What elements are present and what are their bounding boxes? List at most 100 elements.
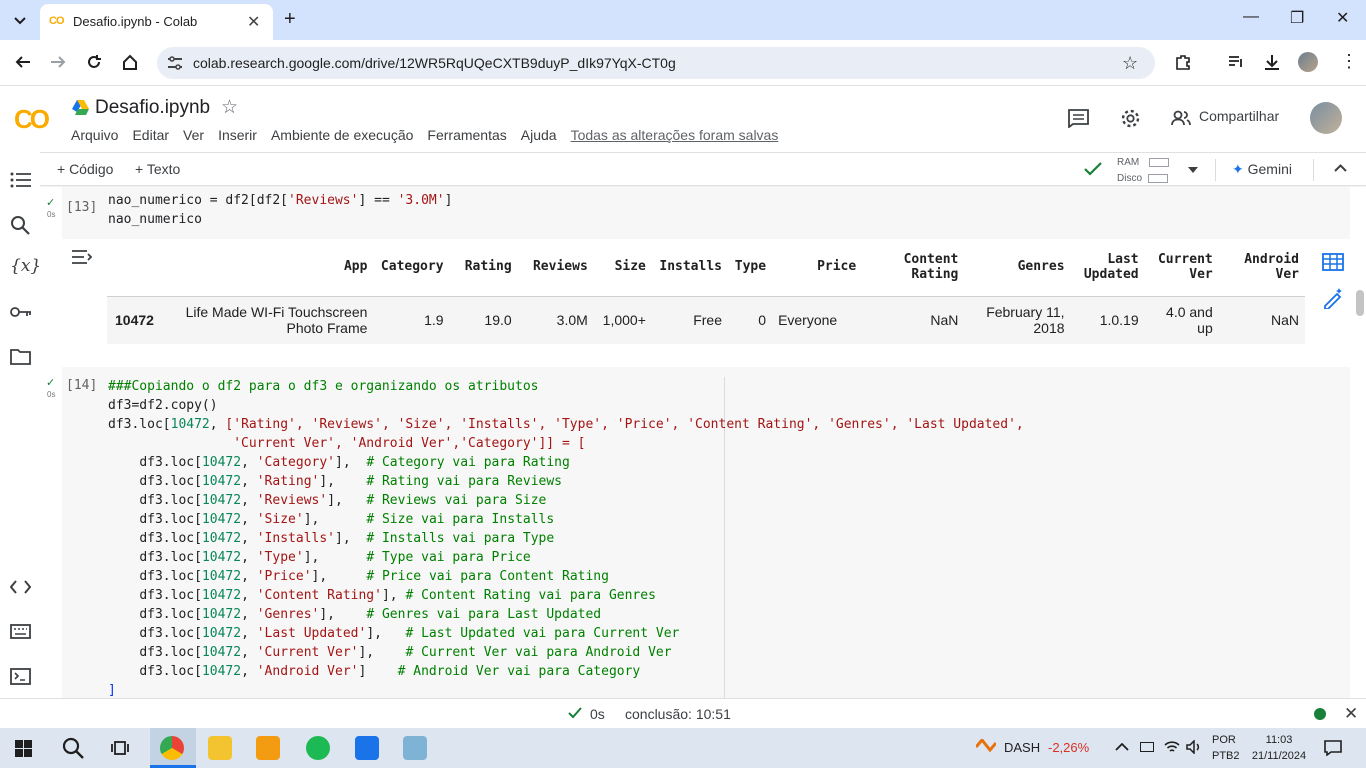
browser-toolbar: colab.research.google.com/drive/12WR5RqU… bbox=[0, 40, 1366, 86]
scrollbar-thumb[interactable] bbox=[1356, 290, 1364, 316]
saved-status[interactable]: Todas as alterações foram salvas bbox=[571, 127, 779, 143]
share-button[interactable]: Compartilhar bbox=[1199, 108, 1279, 124]
resource-monitor[interactable]: RAM Disco bbox=[1117, 155, 1170, 187]
status-close-icon[interactable]: ✕ bbox=[1344, 704, 1358, 724]
forward-icon[interactable] bbox=[49, 53, 67, 71]
col-header: Genres bbox=[964, 238, 1071, 297]
browser-menu-icon[interactable]: ⋮ bbox=[1340, 51, 1358, 72]
runtime-dropdown-icon[interactable] bbox=[1188, 167, 1198, 173]
settings-gear-icon[interactable] bbox=[1120, 108, 1141, 129]
command-palette-icon[interactable] bbox=[10, 624, 31, 639]
code-token: df3=df2.copy() bbox=[108, 398, 218, 413]
suggest-chart-icon[interactable] bbox=[1322, 287, 1344, 309]
user-avatar[interactable] bbox=[1310, 102, 1342, 134]
code-snippets-icon[interactable] bbox=[10, 580, 31, 594]
code-token: # Content Rating vai para Genres bbox=[405, 588, 656, 603]
convert-to-table-icon[interactable] bbox=[1322, 253, 1344, 271]
download-icon[interactable] bbox=[1263, 53, 1281, 71]
language-code: POR bbox=[1212, 734, 1236, 746]
cell-13-exec-count[interactable]: [13] bbox=[66, 200, 97, 215]
bookmark-star-icon[interactable]: ☆ bbox=[1122, 53, 1138, 74]
code-token: 10472 bbox=[201, 569, 242, 584]
col-header: App bbox=[177, 238, 374, 297]
minimize-icon[interactable]: — bbox=[1243, 8, 1259, 26]
cell-13-code[interactable]: nao_numerico = df2[df2['Reviews'] == '3.… bbox=[108, 191, 452, 229]
gemini-button[interactable]: ✦ Gemini bbox=[1232, 161, 1292, 178]
code-token: , bbox=[241, 512, 257, 527]
site-info-icon[interactable] bbox=[167, 56, 183, 70]
menu-inserir[interactable]: Inserir bbox=[218, 127, 257, 143]
notifications-icon[interactable] bbox=[1324, 740, 1342, 756]
assignment-line: df3.loc[10472, 'Last Updated'], # Last U… bbox=[108, 626, 679, 641]
notebook-title[interactable]: Desafio.ipynb bbox=[95, 97, 210, 119]
new-tab-icon[interactable]: + bbox=[284, 8, 296, 31]
variables-icon[interactable]: {x} bbox=[10, 256, 41, 276]
code-token: df3.loc[ bbox=[139, 455, 202, 470]
code-token: # Android Ver vai para Category bbox=[397, 664, 641, 679]
code-token: # Category vai para Rating bbox=[366, 455, 570, 470]
restore-icon[interactable]: ❐ bbox=[1290, 8, 1304, 28]
toolbar-divider bbox=[1215, 159, 1216, 181]
secrets-key-icon[interactable] bbox=[10, 306, 32, 318]
notes-app-icon[interactable] bbox=[403, 736, 427, 760]
windows-start-icon[interactable] bbox=[15, 740, 32, 757]
colab-favicon: CO bbox=[49, 15, 64, 27]
cell-14-code[interactable]: ###Copiando o df2 para o df3 e organizan… bbox=[108, 377, 1024, 698]
menu-ambiente[interactable]: Ambiente de execução bbox=[271, 127, 413, 143]
notebook-scrollbar[interactable] bbox=[1354, 187, 1366, 698]
add-text-button[interactable]: + Texto bbox=[135, 161, 180, 177]
reload-icon[interactable] bbox=[85, 53, 103, 71]
home-icon[interactable] bbox=[121, 53, 139, 71]
extensions-icon[interactable] bbox=[1174, 53, 1192, 71]
terminal-icon[interactable] bbox=[10, 668, 31, 685]
taskbar-search-icon[interactable] bbox=[62, 737, 84, 759]
tab-search-button[interactable] bbox=[10, 10, 30, 30]
browser-tab[interactable]: CO Desafio.ipynb - Colab ✕ bbox=[40, 4, 273, 40]
table-of-contents-icon[interactable] bbox=[10, 171, 31, 189]
tab-close-icon[interactable]: ✕ bbox=[247, 12, 260, 32]
files-folder-icon[interactable] bbox=[10, 348, 31, 365]
code-token: df3.loc[ bbox=[139, 474, 202, 489]
search-icon[interactable] bbox=[10, 215, 30, 235]
media-control-icon[interactable] bbox=[1227, 53, 1245, 71]
file-explorer-icon[interactable] bbox=[208, 736, 232, 760]
code-token: # Current Ver vai para Android Ver bbox=[405, 645, 672, 660]
comments-icon[interactable] bbox=[1068, 109, 1089, 128]
share-people-icon[interactable] bbox=[1171, 110, 1191, 126]
add-code-button[interactable]: + Código bbox=[57, 161, 113, 177]
code-token: ], bbox=[303, 550, 367, 565]
colab-logo[interactable]: CO bbox=[14, 104, 50, 135]
menu-arquivo[interactable]: Arquivo bbox=[71, 127, 118, 143]
tray-chevron-icon[interactable] bbox=[1115, 743, 1129, 751]
spotify-icon[interactable] bbox=[306, 736, 330, 760]
photos-icon[interactable] bbox=[355, 736, 379, 760]
cell-14-exec-count[interactable]: [14] bbox=[66, 378, 97, 393]
output-actions-icon[interactable] bbox=[71, 249, 93, 265]
language-indicator[interactable]: POR PTB2 bbox=[1212, 732, 1240, 764]
menu-ajuda[interactable]: Ajuda bbox=[521, 127, 557, 143]
menu-ver[interactable]: Ver bbox=[183, 127, 204, 143]
window-close-icon[interactable]: ✕ bbox=[1336, 8, 1349, 28]
assignment-line: df3.loc[10472, 'Installs'], # Installs v… bbox=[108, 531, 554, 546]
chrome-icon[interactable] bbox=[160, 736, 184, 760]
task-view-icon[interactable] bbox=[111, 739, 129, 757]
menu-editar[interactable]: Editar bbox=[132, 127, 169, 143]
wifi-icon[interactable] bbox=[1164, 740, 1180, 754]
collapse-chevron-icon[interactable] bbox=[1334, 164, 1347, 172]
cell-size: 1,000+ bbox=[593, 296, 652, 344]
disk-label: Disco bbox=[1117, 173, 1143, 184]
menu-ferramentas[interactable]: Ferramentas bbox=[427, 127, 506, 143]
code-token: # Last Updated vai para Current Ver bbox=[405, 626, 680, 641]
address-bar[interactable]: colab.research.google.com/drive/12WR5RqU… bbox=[157, 47, 1155, 79]
battery-icon[interactable] bbox=[1140, 742, 1154, 752]
profile-avatar[interactable] bbox=[1298, 52, 1318, 72]
clock[interactable]: 11:03 21/11/2024 bbox=[1248, 732, 1310, 764]
star-icon[interactable]: ☆ bbox=[221, 96, 238, 119]
back-icon[interactable] bbox=[14, 53, 32, 71]
status-completion[interactable]: conclusão: 10:51 bbox=[625, 706, 731, 722]
media-player-icon[interactable] bbox=[256, 736, 280, 760]
cell-category: 1.9 bbox=[373, 296, 450, 344]
volume-icon[interactable] bbox=[1186, 740, 1202, 754]
